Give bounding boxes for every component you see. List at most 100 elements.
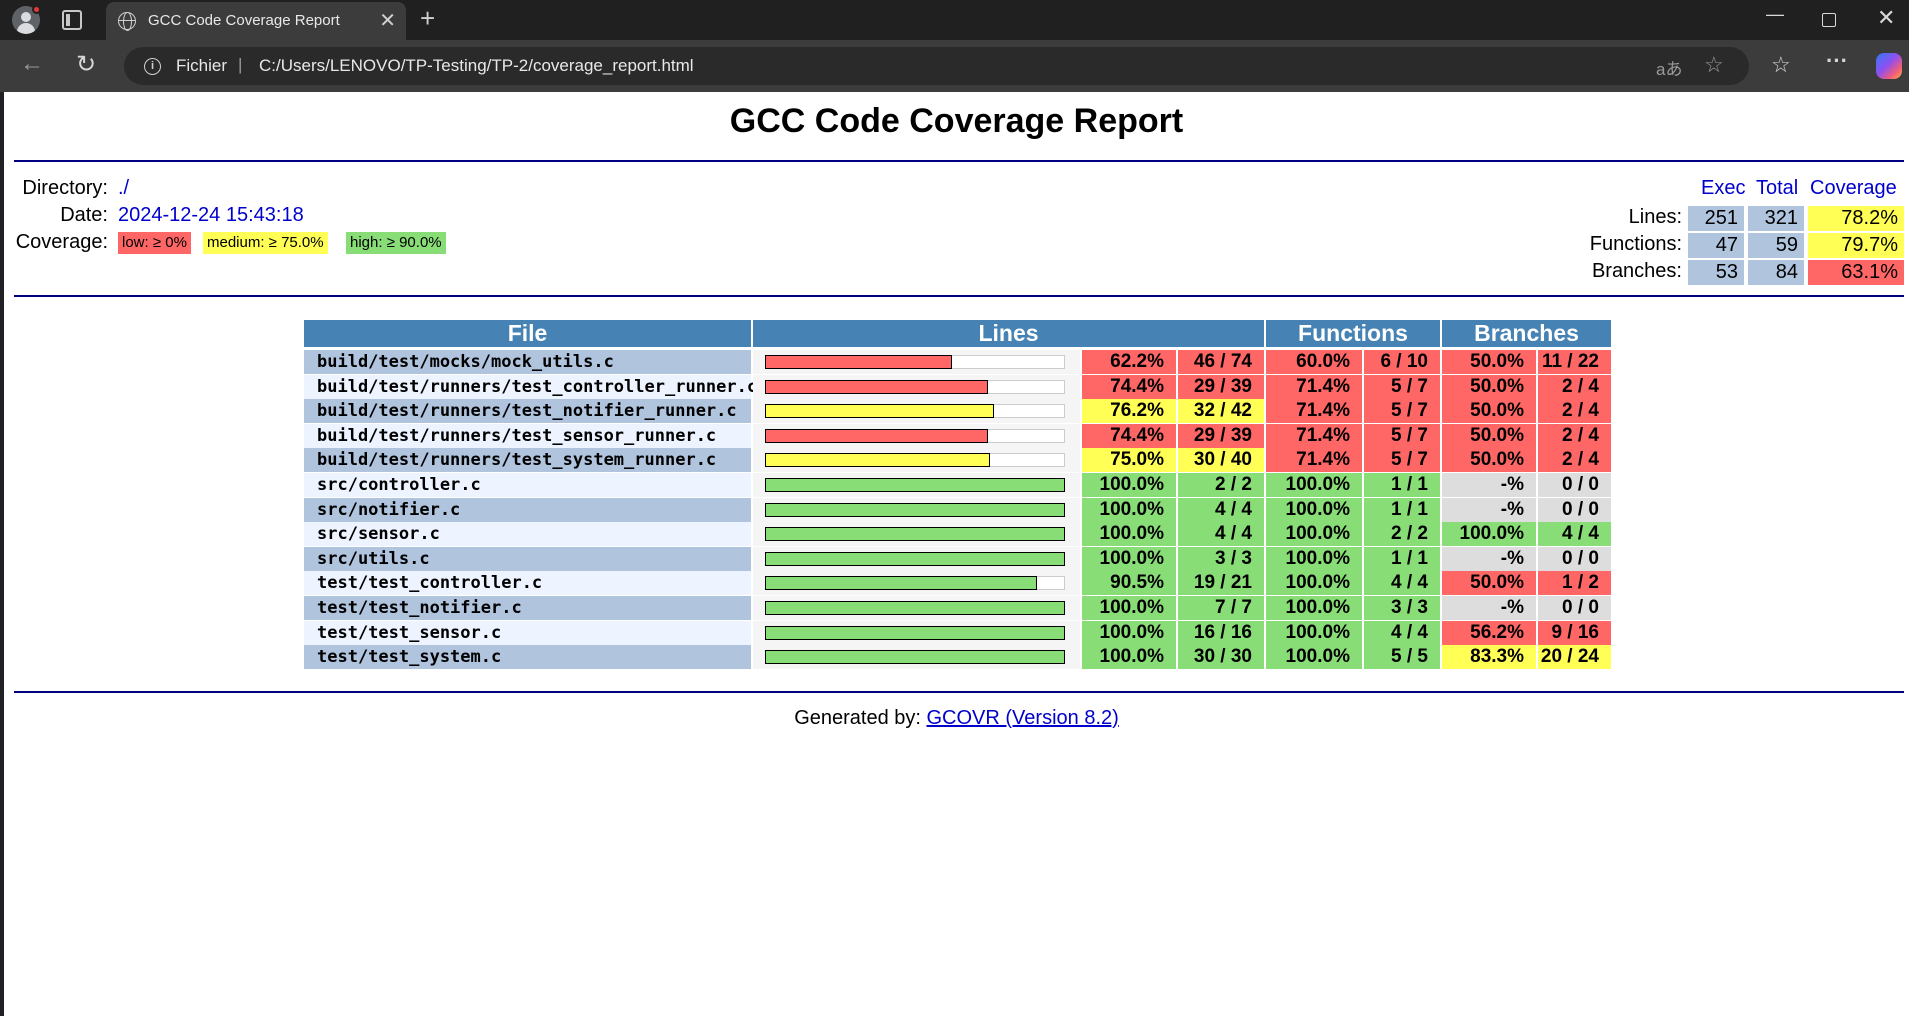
file-name-cell[interactable]: src/notifier.c xyxy=(304,497,751,522)
lines-fraction-cell: 29 / 39 xyxy=(1178,423,1264,448)
table-row: src/utils.c 100.0% 3 / 3 100.0% 1 / 1 -% 0 / 0 xyxy=(304,546,1611,571)
file-name-cell[interactable]: build/test/mocks/mock_utils.c xyxy=(304,350,751,374)
branches-fraction-cell: 2 / 4 xyxy=(1538,448,1611,473)
coverage-bar-fill xyxy=(765,650,1065,665)
coverage-bar-cell xyxy=(753,350,1080,374)
close-window-icon[interactable]: ✕ xyxy=(1877,5,1895,31)
coverage-bar-fill xyxy=(765,379,988,394)
summary-branches-exec: 53 xyxy=(1688,260,1744,285)
favorite-star-icon[interactable]: ☆ xyxy=(1704,52,1724,78)
branches-percent-cell: 50.0% xyxy=(1442,448,1536,473)
functions-fraction-cell: 1 / 1 xyxy=(1364,497,1440,522)
address-bar[interactable]: i Fichier | C:/Users/LENOVO/TP-Testing/T… xyxy=(124,47,1749,85)
browser-toolbar: ← ↻ i Fichier | C:/Users/LENOVO/TP-Testi… xyxy=(0,40,1909,92)
minimize-icon[interactable]: — xyxy=(1766,4,1784,25)
coverage-bar-cell xyxy=(753,645,1080,670)
coverage-bar-cell xyxy=(753,620,1080,645)
restore-window-icon[interactable] xyxy=(1822,13,1836,27)
branches-fraction-cell: 2 / 4 xyxy=(1538,423,1611,448)
file-name-cell[interactable]: test/test_sensor.c xyxy=(304,620,751,645)
date-label: Date: xyxy=(60,204,108,226)
file-name-cell[interactable]: build/test/runners/test_sensor_runner.c xyxy=(304,423,751,448)
coverage-bar-cell xyxy=(753,374,1080,399)
browser-tab-bar: GCC Code Coverage Report ✕ + — ✕ xyxy=(0,0,1909,40)
file-name-cell[interactable]: test/test_system.c xyxy=(304,645,751,670)
table-row: build/test/mocks/mock_utils.c 62.2% 46 / 7… xyxy=(304,350,1611,374)
column-header-branches[interactable]: Branches xyxy=(1442,320,1611,347)
branches-percent-cell: -% xyxy=(1442,473,1536,497)
summary-header-exec: Exec xyxy=(1701,177,1746,199)
lines-fraction-cell: 30 / 30 xyxy=(1178,645,1264,670)
branches-percent-cell: 50.0% xyxy=(1442,571,1536,596)
lines-fraction-cell: 30 / 40 xyxy=(1178,448,1264,473)
functions-fraction-cell: 4 / 4 xyxy=(1364,620,1440,645)
read-aloud-icon[interactable]: aあ xyxy=(1656,55,1682,80)
column-header-functions[interactable]: Functions xyxy=(1266,320,1440,347)
branches-percent-cell: 100.0% xyxy=(1442,522,1536,547)
file-name-cell[interactable]: test/test_controller.c xyxy=(304,571,751,596)
coverage-bar-fill xyxy=(765,404,994,419)
file-name-cell[interactable]: build/test/runners/test_notifier_runner.… xyxy=(304,399,751,424)
lines-fraction-cell: 16 / 16 xyxy=(1178,620,1264,645)
summary-branches-coverage: 63.1% xyxy=(1808,260,1904,285)
file-name-cell[interactable]: src/sensor.c xyxy=(304,522,751,547)
file-name-cell[interactable]: src/utils.c xyxy=(304,546,751,571)
file-name-cell[interactable]: build/test/runners/test_system_runner.c xyxy=(304,448,751,473)
new-tab-button[interactable]: + xyxy=(420,3,435,34)
address-scheme: Fichier xyxy=(176,56,228,75)
lines-percent-cell: 100.0% xyxy=(1082,645,1176,670)
favorites-icon[interactable]: ☆ xyxy=(1771,52,1791,78)
lines-percent-cell: 62.2% xyxy=(1082,350,1176,374)
copilot-icon[interactable] xyxy=(1876,53,1902,79)
coverage-bar-cell xyxy=(753,473,1080,497)
file-name-cell[interactable]: build/test/runners/test_controller_runne… xyxy=(304,374,757,399)
footer: Generated by: GCOVR (Version 8.2) xyxy=(4,707,1909,730)
divider xyxy=(14,295,1904,297)
branches-fraction-cell: 9 / 16 xyxy=(1538,620,1611,645)
lines-fraction-cell: 19 / 21 xyxy=(1178,571,1264,596)
reload-icon[interactable]: ↻ xyxy=(76,50,96,79)
file-name-cell[interactable]: test/test_notifier.c xyxy=(304,596,751,620)
file-name-cell[interactable]: src/controller.c xyxy=(304,473,751,497)
gcovr-link[interactable]: GCOVR (Version 8.2) xyxy=(927,707,1119,729)
lines-percent-cell: 90.5% xyxy=(1082,571,1176,596)
tab-actions-icon[interactable] xyxy=(62,10,82,30)
summary-functions-exec: 47 xyxy=(1688,233,1744,258)
browser-tab[interactable]: GCC Code Coverage Report ✕ xyxy=(106,2,406,40)
back-arrow-icon[interactable]: ← xyxy=(20,50,44,78)
branches-fraction-cell: 2 / 4 xyxy=(1538,374,1611,399)
coverage-bar-fill xyxy=(765,551,1065,566)
lines-fraction-cell: 7 / 7 xyxy=(1178,596,1264,620)
more-menu-icon[interactable]: ··· xyxy=(1826,48,1848,74)
coverage-bar-fill xyxy=(765,428,988,443)
footer-prefix: Generated by: xyxy=(794,707,921,729)
summary-functions-coverage: 79.7% xyxy=(1808,233,1904,258)
coverage-bar-fill xyxy=(765,502,1065,517)
coverage-bar-cell xyxy=(753,423,1080,448)
info-icon[interactable]: i xyxy=(144,58,161,75)
tab-title: GCC Code Coverage Report xyxy=(148,12,340,29)
lines-fraction-cell: 32 / 42 xyxy=(1178,399,1264,424)
date-value: 2024-12-24 15:43:18 xyxy=(118,204,304,226)
branches-fraction-cell: 0 / 0 xyxy=(1538,473,1611,497)
coverage-bar-fill xyxy=(765,576,1037,591)
table-row: test/test_notifier.c 100.0% 7 / 7 100.0% 3 /… xyxy=(304,596,1611,620)
column-header-lines[interactable]: Lines xyxy=(753,320,1264,347)
coverage-bar-cell xyxy=(753,522,1080,547)
address-url[interactable]: C:/Users/LENOVO/TP-Testing/TP-2/coverage… xyxy=(259,56,694,76)
branches-fraction-cell: 20 / 24 xyxy=(1538,645,1611,670)
table-row: src/notifier.c 100.0% 4 / 4 100.0% 1 / 1 -% 0 … xyxy=(304,497,1611,522)
functions-fraction-cell: 5 / 7 xyxy=(1364,374,1440,399)
summary-lines-coverage: 78.2% xyxy=(1808,206,1904,231)
functions-fraction-cell: 5 / 7 xyxy=(1364,448,1440,473)
summary-lines-label: Lines: xyxy=(1628,206,1682,228)
column-header-file[interactable]: File xyxy=(304,320,751,347)
functions-percent-cell: 100.0% xyxy=(1266,620,1362,645)
branches-fraction-cell: 11 / 22 xyxy=(1538,350,1611,374)
functions-percent-cell: 100.0% xyxy=(1266,497,1362,522)
close-tab-icon[interactable]: ✕ xyxy=(379,8,396,33)
branches-percent-cell: -% xyxy=(1442,497,1536,522)
functions-fraction-cell: 1 / 1 xyxy=(1364,546,1440,571)
branches-fraction-cell: 1 / 2 xyxy=(1538,571,1611,596)
table-row: test/test_controller.c 90.5% 19 / 21 100.0%… xyxy=(304,571,1611,596)
